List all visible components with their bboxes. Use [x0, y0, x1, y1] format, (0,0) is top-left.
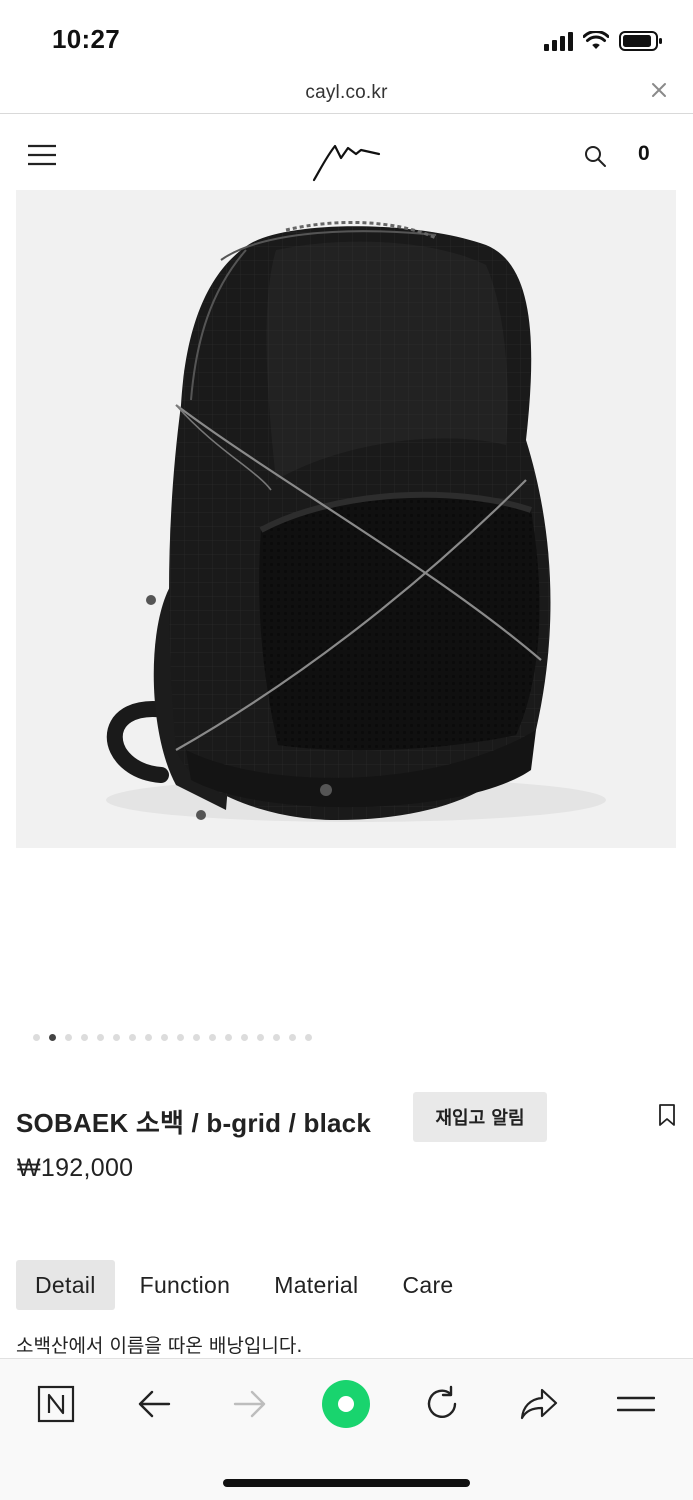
- home-indicator: [223, 1479, 470, 1487]
- browser-menu-button[interactable]: [611, 1379, 661, 1429]
- address-bar[interactable]: cayl.co.kr: [0, 74, 693, 114]
- carousel-dot[interactable]: [49, 1034, 56, 1041]
- naver-home-icon: [37, 1385, 75, 1423]
- status-time: 10:27: [52, 24, 120, 54]
- bookmark-icon[interactable]: [657, 1103, 677, 1127]
- restock-alert-button[interactable]: 재입고 알림: [413, 1092, 547, 1142]
- product-image[interactable]: [16, 190, 676, 848]
- carousel-dot[interactable]: [65, 1034, 72, 1041]
- carousel-dot[interactable]: [97, 1034, 104, 1041]
- green-dot-button[interactable]: [321, 1379, 371, 1429]
- carousel-dot[interactable]: [161, 1034, 168, 1041]
- green-dot-icon: [322, 1380, 370, 1428]
- url-text[interactable]: cayl.co.kr: [0, 82, 693, 104]
- naver-home-button[interactable]: [31, 1379, 81, 1429]
- product-tabs: Detail Function Material Care: [16, 1260, 473, 1310]
- carousel-dot[interactable]: [177, 1034, 184, 1041]
- tab-function[interactable]: Function: [121, 1260, 250, 1310]
- status-icons: [544, 30, 663, 52]
- carousel-dot[interactable]: [81, 1034, 88, 1041]
- forward-button[interactable]: [225, 1379, 275, 1429]
- carousel-dot[interactable]: [273, 1034, 280, 1041]
- site-header: 0: [0, 114, 693, 190]
- reload-icon: [427, 1385, 457, 1418]
- wifi-icon: [583, 31, 609, 49]
- share-button[interactable]: [514, 1379, 564, 1429]
- tab-care[interactable]: Care: [383, 1260, 472, 1310]
- product-title: SOBAEK 소백 / b-grid / black: [16, 1108, 371, 1138]
- close-icon[interactable]: [651, 82, 667, 98]
- battery-icon: [619, 31, 662, 51]
- carousel-dot[interactable]: [33, 1034, 40, 1041]
- back-button[interactable]: [129, 1379, 179, 1429]
- carousel-dot[interactable]: [257, 1034, 264, 1041]
- carousel-dot[interactable]: [209, 1034, 216, 1041]
- carousel-dot[interactable]: [289, 1034, 296, 1041]
- product-description: 소백산에서 이름을 따온 배낭입니다.: [16, 1335, 303, 1357]
- carousel-dot[interactable]: [193, 1034, 200, 1041]
- menu-icon: [617, 1396, 655, 1412]
- status-bar: 10:27: [0, 0, 693, 84]
- carousel-dot[interactable]: [305, 1034, 312, 1041]
- share-icon: [520, 1388, 558, 1420]
- carousel-dot[interactable]: [241, 1034, 248, 1041]
- carousel-indicator[interactable]: [33, 1034, 312, 1041]
- backpack-image: [106, 220, 606, 822]
- search-icon[interactable]: [583, 144, 607, 168]
- carousel-dot[interactable]: [129, 1034, 136, 1041]
- carousel-dot[interactable]: [113, 1034, 120, 1041]
- tab-material[interactable]: Material: [255, 1260, 377, 1310]
- back-arrow-icon: [138, 1390, 171, 1418]
- product-price: ₩192,000: [17, 1154, 134, 1182]
- hamburger-menu-icon[interactable]: [28, 144, 56, 166]
- forward-arrow-icon: [233, 1390, 266, 1418]
- reload-button[interactable]: [417, 1379, 467, 1429]
- carousel-dot[interactable]: [145, 1034, 152, 1041]
- cayl-logo[interactable]: [312, 132, 382, 182]
- browser-toolbar: [0, 1358, 693, 1500]
- tab-detail[interactable]: Detail: [16, 1260, 115, 1310]
- cellular-signal-icon: [544, 31, 573, 51]
- cart-count[interactable]: 0: [638, 142, 650, 166]
- carousel-dot[interactable]: [225, 1034, 232, 1041]
